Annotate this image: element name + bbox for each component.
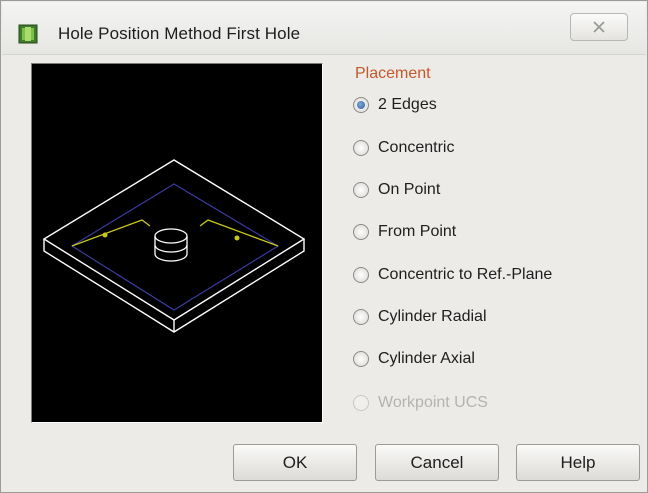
- help-button[interactable]: Help: [516, 444, 640, 481]
- hole-cylinder: [154, 228, 188, 262]
- radio-label: Concentric: [378, 139, 455, 156]
- radio-label: Cylinder Radial: [378, 308, 487, 325]
- radio-2-edges[interactable]: 2 Edges: [353, 93, 437, 117]
- close-icon: [593, 21, 605, 33]
- title-bar[interactable]: Hole Position Method First Hole: [2, 2, 646, 55]
- dialog-window: Hole Position Method First Hole Placemen…: [0, 0, 648, 493]
- placement-group-label: Placement: [355, 65, 431, 82]
- edge-point-right: [234, 235, 240, 241]
- window-title: Hole Position Method First Hole: [58, 24, 301, 43]
- hole-preview-viewport: [31, 63, 323, 423]
- radio-from-point[interactable]: From Point: [353, 220, 456, 244]
- radio-label: Workpoint UCS: [378, 394, 488, 411]
- radio-button[interactable]: [353, 309, 369, 325]
- close-button[interactable]: [570, 13, 628, 41]
- radio-button[interactable]: [353, 267, 369, 283]
- edge-reference-line-right: [199, 219, 279, 247]
- cancel-button[interactable]: Cancel: [375, 444, 499, 481]
- edge-point-left: [102, 232, 108, 238]
- radio-button-checked[interactable]: [353, 97, 369, 113]
- radio-cylinder-axial[interactable]: Cylinder Axial: [353, 347, 475, 371]
- radio-concentric-to-ref-plane[interactable]: Concentric to Ref.-Plane: [353, 263, 552, 287]
- radio-workpoint-ucs: Workpoint UCS: [353, 391, 488, 415]
- radio-button[interactable]: [353, 351, 369, 367]
- radio-cylinder-radial[interactable]: Cylinder Radial: [353, 305, 487, 329]
- preview-drawing: [42, 159, 306, 333]
- radio-label: Cylinder Axial: [378, 350, 475, 367]
- radio-button-disabled: [353, 395, 369, 411]
- radio-on-point[interactable]: On Point: [353, 178, 440, 202]
- radio-button[interactable]: [353, 140, 369, 156]
- app-icon: [18, 24, 38, 44]
- radio-button[interactable]: [353, 182, 369, 198]
- radio-label: On Point: [378, 181, 441, 198]
- edge-reference-line-left: [71, 219, 151, 247]
- radio-label: 2 Edges: [378, 96, 437, 113]
- ok-button[interactable]: OK: [233, 444, 357, 481]
- radio-concentric[interactable]: Concentric: [353, 136, 454, 160]
- radio-label: From Point: [378, 223, 457, 240]
- radio-label: Concentric to Ref.-Plane: [378, 266, 553, 283]
- radio-button[interactable]: [353, 224, 369, 240]
